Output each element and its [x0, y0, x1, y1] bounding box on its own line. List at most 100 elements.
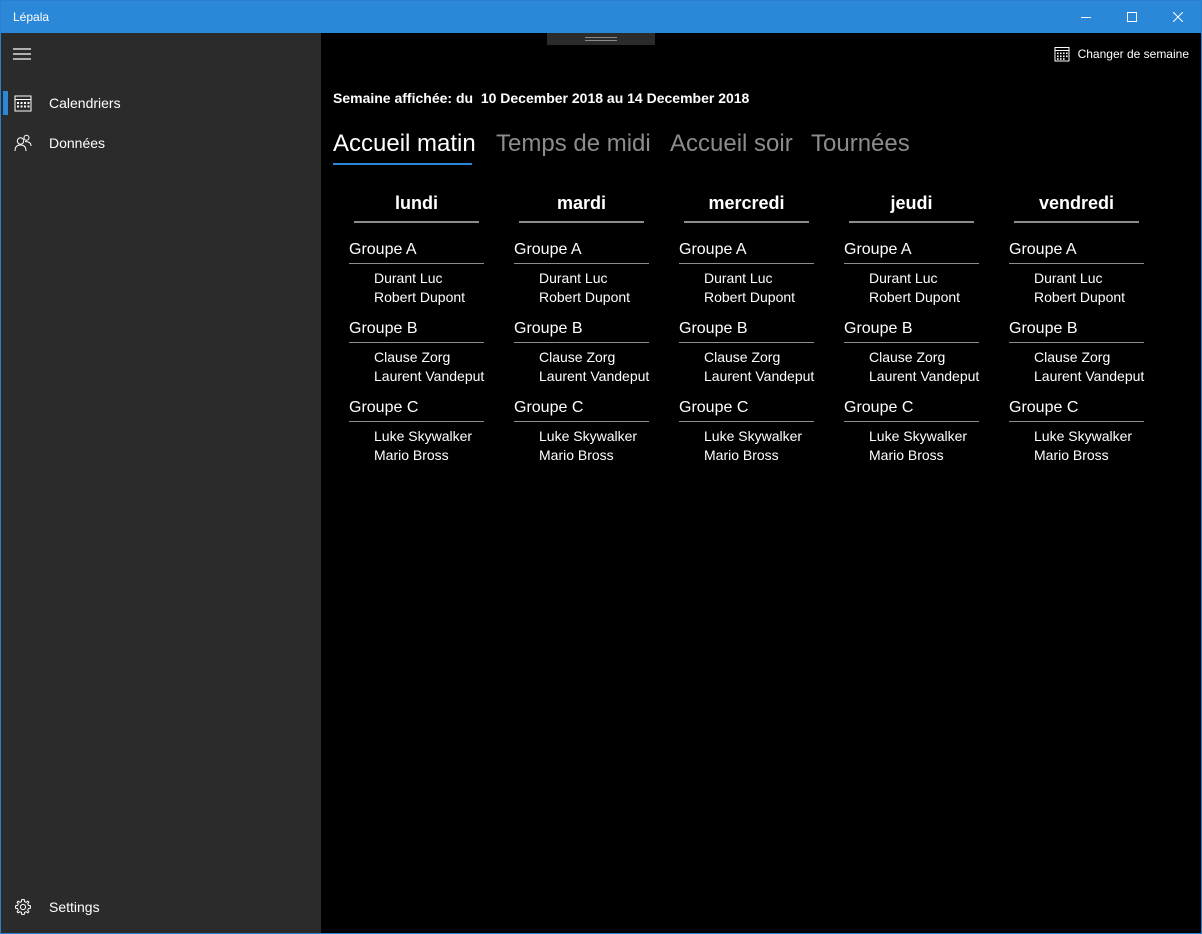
- group-name: Groupe A: [1009, 241, 1077, 258]
- group-member: Robert Dupont: [374, 289, 466, 305]
- day-header: mardi: [556, 193, 607, 213]
- group-name: Groupe B: [679, 320, 748, 337]
- group-member: Mario Bross: [1034, 447, 1109, 463]
- settings-label: Settings: [49, 899, 100, 915]
- group-divider: [844, 342, 979, 343]
- group-divider: [844, 421, 979, 422]
- main-content: Changer de semaine Semaine affichée: du …: [321, 33, 1201, 933]
- calendar-icon: [1054, 47, 1070, 62]
- group-name: Groupe B: [349, 320, 418, 337]
- group-member: Laurent Vandeput: [869, 368, 980, 384]
- minimize-button[interactable]: [1063, 1, 1109, 33]
- day-header-divider: [354, 221, 479, 223]
- tab-accueil-matin[interactable]: Accueil matin: [333, 130, 476, 158]
- group-divider: [679, 421, 814, 422]
- group-member: Luke Skywalker: [704, 428, 803, 444]
- day-header: lundi: [395, 193, 438, 213]
- group-member: Mario Bross: [374, 447, 449, 463]
- sidebar-item-label: Données: [49, 135, 106, 151]
- selection-indicator: [3, 91, 8, 115]
- group-name: Groupe C: [679, 399, 749, 416]
- maximize-icon: [1127, 12, 1137, 22]
- group-divider: [1009, 421, 1144, 422]
- week-range: Semaine affichée: du 10 December 2018 au…: [333, 90, 750, 106]
- group-member: Durant Luc: [869, 270, 938, 286]
- day-header: mercredi: [708, 193, 785, 213]
- day-header: jeudi: [890, 193, 933, 213]
- group-member: Mario Bross: [539, 447, 614, 463]
- sidebar-item-donnees[interactable]: Données: [1, 123, 321, 163]
- group-divider: [349, 263, 484, 264]
- group-member: Robert Dupont: [1034, 289, 1126, 305]
- group-divider: [1009, 263, 1144, 264]
- group-member: Clause Zorg: [539, 349, 616, 365]
- active-tab-indicator: [333, 163, 472, 165]
- app-window: Lépala Calendriers Données Settings Chan…: [0, 0, 1202, 934]
- group-member: Mario Bross: [869, 447, 944, 463]
- gear-icon: [14, 898, 32, 916]
- navigation-pane: Calendriers Données Settings: [1, 33, 321, 933]
- close-button[interactable]: [1155, 1, 1201, 33]
- group-member: Laurent Vandeput: [704, 368, 815, 384]
- minimize-icon: [1081, 17, 1091, 18]
- day-header: vendredi: [1038, 193, 1115, 213]
- sidebar-item-calendriers[interactable]: Calendriers: [1, 83, 321, 123]
- group-member: Robert Dupont: [869, 289, 961, 305]
- sidebar-item-settings[interactable]: Settings: [1, 887, 321, 927]
- group-name: Groupe C: [349, 399, 419, 416]
- group-divider: [514, 263, 649, 264]
- group-member: Durant Luc: [704, 270, 773, 286]
- tab-accueil-soir[interactable]: Accueil soir: [670, 130, 793, 158]
- group-divider: [514, 342, 649, 343]
- day-header-divider: [684, 221, 809, 223]
- group-member: Laurent Vandeput: [1034, 368, 1145, 384]
- group-member: Clause Zorg: [869, 349, 946, 365]
- sidebar-item-label: Calendriers: [49, 95, 121, 111]
- group-member: Luke Skywalker: [869, 428, 968, 444]
- group-divider: [679, 263, 814, 264]
- change-week-button[interactable]: Changer de semaine: [1054, 45, 1189, 63]
- tab-tournees[interactable]: Tournées: [811, 130, 910, 158]
- tab-temps-de-midi[interactable]: Temps de midi: [496, 130, 651, 158]
- group-member: Durant Luc: [374, 270, 443, 286]
- group-member: Luke Skywalker: [374, 428, 473, 444]
- group-divider: [844, 263, 979, 264]
- maximize-button[interactable]: [1109, 1, 1155, 33]
- group-name: Groupe C: [514, 399, 584, 416]
- hamburger-icon[interactable]: [13, 47, 31, 61]
- group-member: Clause Zorg: [374, 349, 451, 365]
- close-icon: [1173, 12, 1183, 22]
- grip-line: [585, 37, 617, 38]
- day-header-divider: [1014, 221, 1139, 223]
- group-member: Durant Luc: [1034, 270, 1103, 286]
- group-name: Groupe A: [514, 241, 582, 258]
- group-name: Groupe A: [349, 241, 417, 258]
- day-header-divider: [519, 221, 644, 223]
- grip-line: [585, 40, 617, 41]
- title-bar[interactable]: Lépala: [1, 1, 1201, 33]
- calendar-icon: [14, 95, 32, 112]
- group-name: Groupe B: [514, 320, 583, 337]
- group-member: Laurent Vandeput: [539, 368, 650, 384]
- group-name: Groupe A: [679, 241, 747, 258]
- window-title: Lépala: [13, 10, 50, 24]
- group-name: Groupe C: [844, 399, 914, 416]
- group-member: Laurent Vandeput: [374, 368, 485, 384]
- day-header-divider: [849, 221, 974, 223]
- group-member: Durant Luc: [539, 270, 608, 286]
- drag-handle[interactable]: [547, 33, 655, 45]
- group-member: Luke Skywalker: [1034, 428, 1133, 444]
- group-name: Groupe B: [844, 320, 913, 337]
- group-divider: [349, 342, 484, 343]
- group-member: Robert Dupont: [539, 289, 631, 305]
- group-member: Luke Skywalker: [539, 428, 638, 444]
- group-divider: [1009, 342, 1144, 343]
- group-divider: [514, 421, 649, 422]
- group-divider: [349, 421, 484, 422]
- group-name: Groupe A: [844, 241, 912, 258]
- group-name: Groupe B: [1009, 320, 1078, 337]
- group-name: Groupe C: [1009, 399, 1079, 416]
- change-week-label: Changer de semaine: [1077, 47, 1189, 61]
- group-member: Robert Dupont: [704, 289, 796, 305]
- people-icon: [14, 134, 32, 152]
